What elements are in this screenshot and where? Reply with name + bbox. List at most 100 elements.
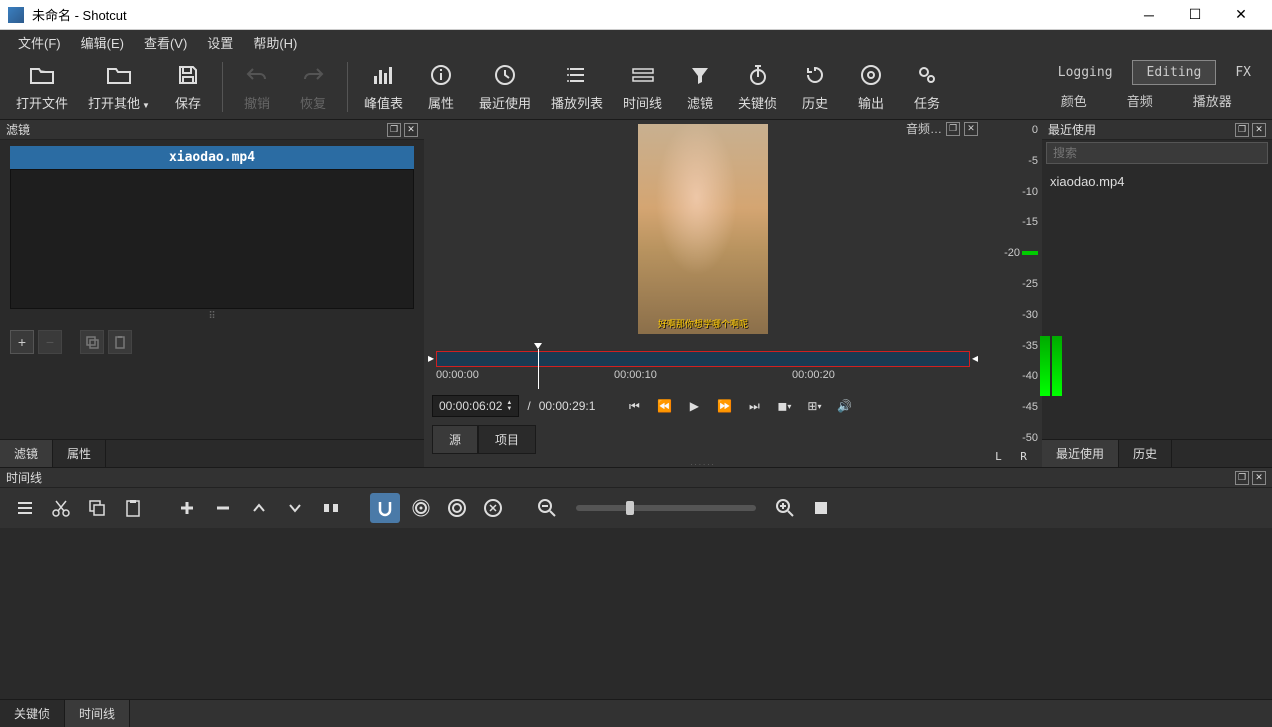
properties-button[interactable]: 属性 bbox=[413, 57, 469, 116]
save-button[interactable]: 保存 bbox=[160, 57, 216, 116]
layout-color[interactable]: 颜色 bbox=[1043, 87, 1105, 114]
copy-button[interactable] bbox=[82, 493, 112, 523]
tasks-button[interactable]: 任务 bbox=[899, 57, 955, 116]
zoom-thumb[interactable] bbox=[626, 501, 634, 515]
open-other-button[interactable]: 打开其他▼ bbox=[78, 57, 160, 116]
ripple-all-button[interactable] bbox=[478, 493, 508, 523]
out-bracket-icon[interactable]: ◂ bbox=[972, 351, 978, 365]
fast-forward-button[interactable]: ⏩ bbox=[713, 395, 735, 417]
tab-recent[interactable]: 最近使用 bbox=[1042, 440, 1119, 467]
timeline-button[interactable]: 时间线 bbox=[613, 57, 672, 116]
tab-timeline-bottom[interactable]: 时间线 bbox=[65, 700, 130, 727]
split-button[interactable] bbox=[316, 493, 346, 523]
video-preview[interactable]: 好啊那你想学哪个啊呢 bbox=[638, 124, 768, 334]
playlist-button[interactable]: 播放列表 bbox=[541, 57, 613, 116]
open-file-button[interactable]: 打开文件 bbox=[6, 57, 78, 116]
menu-edit[interactable]: 编辑(E) bbox=[71, 30, 134, 55]
paste-filter-button[interactable] bbox=[108, 330, 132, 354]
layout-player[interactable]: 播放器 bbox=[1175, 87, 1250, 114]
zoom-out-button[interactable] bbox=[532, 493, 562, 523]
window-titlebar: 未命名 - Shotcut ─ ☐ ✕ bbox=[0, 0, 1272, 30]
ripple-button[interactable] bbox=[442, 493, 472, 523]
grid-dropdown[interactable]: ⊞▾ bbox=[803, 395, 825, 417]
rewind-button[interactable]: ⏪ bbox=[653, 395, 675, 417]
overwrite-button[interactable] bbox=[280, 493, 310, 523]
mode-editing[interactable]: Editing bbox=[1132, 60, 1217, 85]
tab-keyframes-bottom[interactable]: 关键侦 bbox=[0, 700, 65, 727]
keyframes-button[interactable]: 关键侦 bbox=[728, 57, 787, 116]
menu-settings[interactable]: 设置 bbox=[197, 30, 243, 55]
panel-float-icon[interactable]: ❐ bbox=[1235, 471, 1249, 485]
scrub-audio-button[interactable] bbox=[406, 493, 436, 523]
close-button[interactable]: ✕ bbox=[1218, 0, 1264, 30]
lift-button[interactable] bbox=[244, 493, 274, 523]
zoom-dropdown[interactable]: ◼▾ bbox=[773, 395, 795, 417]
panel-float-icon[interactable]: ❐ bbox=[387, 123, 401, 137]
add-filter-button[interactable]: + bbox=[10, 330, 34, 354]
tab-filters[interactable]: 滤镜 bbox=[0, 440, 53, 467]
history-icon bbox=[804, 61, 826, 89]
tab-project[interactable]: 项目 bbox=[478, 425, 536, 454]
timeline-tracks[interactable] bbox=[0, 528, 1272, 699]
panel-close-icon[interactable]: ✕ bbox=[1252, 123, 1266, 137]
panel-close-icon[interactable]: ✕ bbox=[404, 123, 418, 137]
copy-filter-button[interactable] bbox=[80, 330, 104, 354]
equalizer-icon bbox=[372, 61, 394, 89]
paste-button[interactable] bbox=[118, 493, 148, 523]
minimize-button[interactable]: ─ bbox=[1126, 0, 1172, 30]
tab-history[interactable]: 历史 bbox=[1119, 440, 1172, 467]
skip-end-button[interactable]: ⏭ bbox=[743, 395, 765, 417]
snap-button[interactable] bbox=[370, 493, 400, 523]
history-button[interactable]: 历史 bbox=[787, 57, 843, 116]
append-button[interactable] bbox=[172, 493, 202, 523]
tab-source[interactable]: 源 bbox=[432, 425, 478, 454]
menu-view[interactable]: 查看(V) bbox=[134, 30, 197, 55]
current-time-input[interactable]: 00:00:06:02 ▲▼ bbox=[432, 395, 519, 417]
menu-file[interactable]: 文件(F) bbox=[8, 30, 71, 55]
redo-button[interactable]: 恢复 bbox=[285, 57, 341, 116]
filters-panel-title: 滤镜 bbox=[6, 121, 30, 138]
mode-fx[interactable]: FX bbox=[1220, 60, 1266, 85]
undo-button[interactable]: 撤销 bbox=[229, 57, 285, 116]
zoom-slider[interactable] bbox=[576, 505, 756, 511]
clock-icon bbox=[494, 61, 516, 89]
filters-panel: 滤镜 ❐ ✕ xiaodao.mp4 ⠿ + − 滤镜 属性 bbox=[0, 120, 424, 467]
filter-list[interactable] bbox=[10, 169, 414, 309]
play-button[interactable]: ▶ bbox=[683, 395, 705, 417]
zoom-fit-button[interactable] bbox=[806, 493, 836, 523]
grip-icon[interactable]: ⠿ bbox=[0, 309, 424, 324]
panel-close-icon[interactable]: ✕ bbox=[1252, 471, 1266, 485]
search-input[interactable] bbox=[1046, 142, 1268, 164]
recent-item[interactable]: xiaodao.mp4 bbox=[1048, 170, 1266, 193]
zoom-in-button[interactable] bbox=[770, 493, 800, 523]
menu-help[interactable]: 帮助(H) bbox=[243, 30, 307, 55]
spin-down-icon[interactable]: ▼ bbox=[506, 406, 512, 412]
main-toolbar: 打开文件 打开其他▼ 保存 撤销 恢复 峰值表 属性 最近使用 播放列表 时间线… bbox=[0, 54, 1272, 120]
scrubber[interactable]: ▸ ◂ 00:00:00 00:00:10 00:00:20 bbox=[428, 351, 978, 391]
timeline-icon bbox=[631, 61, 655, 89]
skip-start-button[interactable]: ⏮ bbox=[623, 395, 645, 417]
remove-filter-button[interactable]: − bbox=[38, 330, 62, 354]
folder-open-icon bbox=[29, 61, 55, 89]
list-icon bbox=[566, 61, 588, 89]
in-bracket-icon[interactable]: ▸ bbox=[428, 351, 434, 365]
tick-label: 00:00:00 bbox=[436, 369, 479, 381]
timeline-menu-button[interactable] bbox=[10, 493, 40, 523]
mode-logging[interactable]: Logging bbox=[1043, 60, 1128, 85]
peak-meter-button[interactable]: 峰值表 bbox=[354, 57, 413, 116]
panel-float-icon[interactable]: ❐ bbox=[1235, 123, 1249, 137]
export-button[interactable]: 输出 bbox=[843, 57, 899, 116]
recent-button[interactable]: 最近使用 bbox=[469, 57, 541, 116]
separator bbox=[222, 62, 223, 112]
grip-icon[interactable]: ...... bbox=[424, 458, 982, 467]
delete-button[interactable] bbox=[208, 493, 238, 523]
maximize-button[interactable]: ☐ bbox=[1172, 0, 1218, 30]
volume-button[interactable]: 🔊 bbox=[833, 395, 855, 417]
recent-panel-title: 最近使用 bbox=[1048, 121, 1096, 138]
playhead[interactable] bbox=[538, 349, 539, 389]
layout-audio[interactable]: 音频 bbox=[1109, 87, 1171, 114]
tab-properties[interactable]: 属性 bbox=[53, 440, 106, 467]
filters-button[interactable]: 滤镜 bbox=[672, 57, 728, 116]
cut-button[interactable] bbox=[46, 493, 76, 523]
save-icon bbox=[177, 61, 199, 89]
